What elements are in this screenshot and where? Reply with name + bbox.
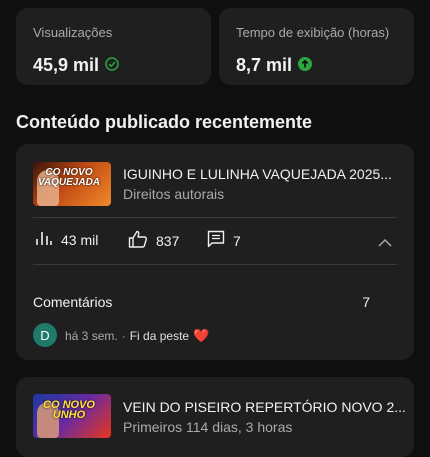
watch-time-stat-value: 8,7 mil bbox=[236, 55, 293, 75]
chevron-up-icon[interactable] bbox=[378, 234, 392, 252]
video-thumbnail[interactable]: CO NOVO VAQUEJADA bbox=[33, 162, 111, 206]
views-count: 43 mil bbox=[61, 231, 99, 248]
divider bbox=[33, 264, 397, 265]
video-subtitle: Primeiros 114 dias, 3 horas bbox=[123, 419, 293, 435]
comments-metric[interactable]: 7 bbox=[207, 230, 241, 251]
views-stat-label: Visualizações bbox=[33, 25, 113, 40]
video-title[interactable]: VEIN DO PISEIRO REPERTÓRIO NOVO 2... bbox=[123, 399, 406, 415]
thumbs-up-icon bbox=[128, 230, 148, 251]
comment-icon bbox=[207, 230, 225, 251]
section-title: Conteúdo publicado recentemente bbox=[16, 112, 313, 132]
views-stat-value-row: 45,9 mil bbox=[33, 55, 119, 76]
views-stat-value: 45,9 mil bbox=[33, 55, 100, 75]
video-subtitle: Direitos autorais bbox=[123, 186, 225, 202]
video-title[interactable]: IGUINHO E LULINHA VAQUEJADA 2025... bbox=[123, 166, 392, 182]
views-metric[interactable]: 43 mil bbox=[35, 230, 98, 249]
video-card[interactable]: CO NOVO VAQUEJADA IGUINHO E LULINHA VAQU… bbox=[16, 144, 414, 360]
watch-time-stat-value-row: 8,7 mil bbox=[236, 55, 313, 76]
check-circle-icon bbox=[105, 55, 119, 76]
thumbnail-text: CO NOVO VAQUEJADA bbox=[37, 167, 101, 188]
watch-time-stat-label: Tempo de exibição (horas) bbox=[236, 25, 390, 40]
likes-count: 837 bbox=[156, 232, 180, 249]
arrow-up-circle-icon bbox=[298, 55, 313, 76]
comment-time: há 3 sem. bbox=[65, 329, 118, 343]
likes-metric[interactable]: 837 bbox=[128, 230, 179, 251]
avatar[interactable]: D bbox=[33, 323, 57, 347]
bar-chart-icon bbox=[35, 230, 53, 249]
latest-comment[interactable]: há 3 sem. · Fi da peste ❤️ bbox=[65, 328, 209, 344]
comments-label[interactable]: Comentários bbox=[33, 294, 112, 310]
watch-time-stat-card[interactable]: Tempo de exibição (horas) 8,7 mil bbox=[219, 8, 414, 85]
views-stat-card[interactable]: Visualizações 45,9 mil bbox=[16, 8, 211, 85]
comment-separator: · bbox=[121, 329, 126, 343]
video-thumbnail[interactable]: CO NOVO UNHO bbox=[33, 394, 111, 438]
comment-text: Fi da peste bbox=[129, 329, 190, 343]
divider bbox=[33, 217, 397, 218]
video-card[interactable]: CO NOVO UNHO VEIN DO PISEIRO REPERTÓRIO … bbox=[16, 377, 414, 457]
comments-count-metric: 7 bbox=[233, 232, 241, 249]
heart-icon: ❤️ bbox=[193, 328, 210, 343]
comments-total: 7 bbox=[362, 294, 370, 310]
thumbnail-text: CO NOVO UNHO bbox=[43, 399, 95, 421]
